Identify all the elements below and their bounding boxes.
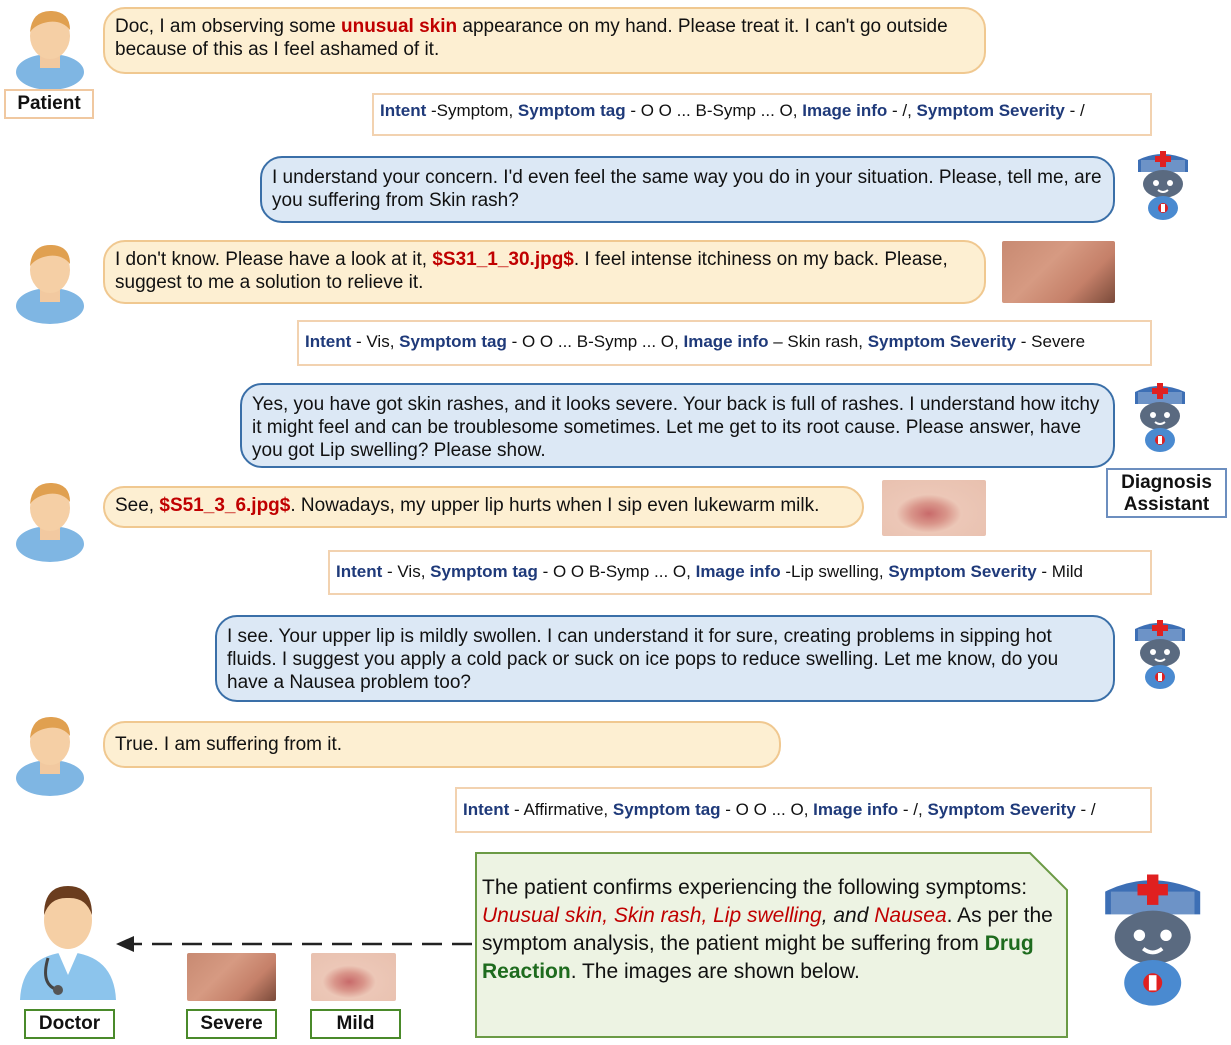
patient-avatar	[16, 482, 84, 562]
patient-message-4: True. I am suffering from it.	[103, 721, 781, 768]
patient-avatar	[16, 716, 84, 796]
mild-label: Mild	[310, 1009, 401, 1039]
severe-label: Severe	[186, 1009, 277, 1039]
assistant-avatar-large	[1103, 872, 1203, 1008]
diagnosis-summary: The patient confirms experiencing the fo…	[482, 876, 1053, 983]
assistant-message-2: Yes, you have got skin rashes, and it lo…	[240, 383, 1115, 468]
patient-message-2: I don't know. Please have a look at it, …	[103, 240, 986, 304]
intent-annotation-3: Intent - Vis, Symptom tag - O O B-Symp .…	[328, 550, 1152, 595]
assistant-avatar	[1134, 382, 1186, 453]
assistant-avatar	[1137, 150, 1189, 221]
patient-label: Patient	[4, 89, 94, 119]
symptom-highlight: unusual skin	[340, 16, 458, 37]
doctor-label: Doctor	[24, 1009, 115, 1039]
severe-image	[187, 953, 276, 1001]
lip-swelling-photo	[882, 480, 986, 536]
patient-message-3: See, $S51_3_6.jpg$. Nowadays, my upper l…	[103, 486, 864, 528]
message-text: Doc, I am observing some	[115, 16, 341, 37]
intent-annotation-4: Intent - Affirmative, Symptom tag - O O …	[455, 787, 1152, 833]
assistant-label: Diagnosis Assistant	[1106, 468, 1227, 518]
skin-rash-photo	[1002, 241, 1115, 303]
assistant-message-1: I understand your concern. I'd even feel…	[260, 156, 1115, 223]
mild-image	[311, 953, 396, 1001]
assistant-message-3: I see. Your upper lip is mildly swollen.…	[215, 615, 1115, 702]
arrowhead-icon	[116, 936, 134, 952]
patient-avatar	[16, 10, 84, 91]
image-reference: $S51_3_6.jpg$	[159, 495, 291, 516]
image-reference: $S31_1_30.jpg$	[432, 249, 574, 270]
assistant-avatar	[1134, 619, 1186, 690]
patient-message-1: Doc, I am observing some unusual skin ap…	[103, 7, 986, 74]
intent-annotation-2: Intent - Vis, Symptom tag - O O ... B-Sy…	[297, 320, 1152, 366]
doctor-avatar	[20, 886, 116, 1000]
patient-avatar	[16, 244, 84, 324]
intent-annotation-1: Intent -Symptom, Symptom tag - O O ... B…	[372, 93, 1152, 136]
